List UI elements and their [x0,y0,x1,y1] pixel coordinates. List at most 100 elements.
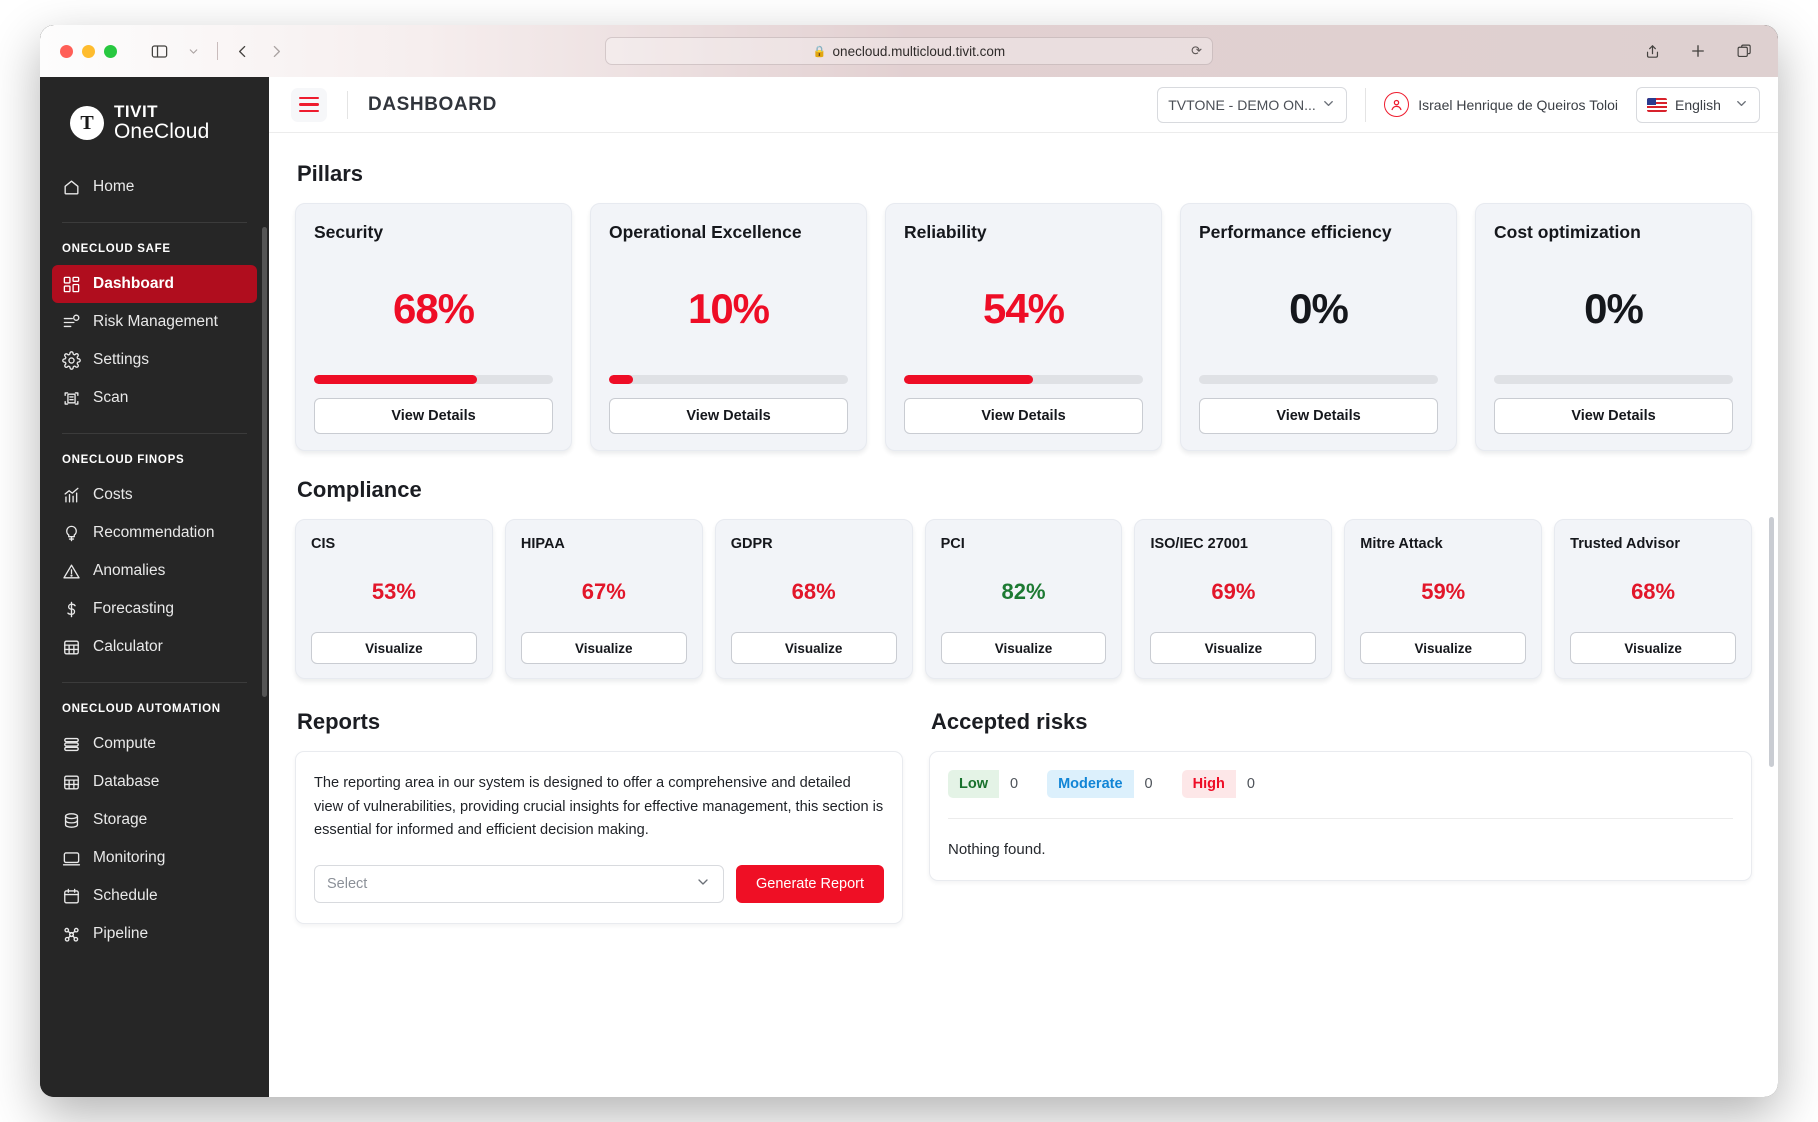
address-bar[interactable]: 🔒 onecloud.multicloud.tivit.com ⟳ [605,37,1213,65]
language-select[interactable]: English [1636,86,1760,123]
sidebar-item-label: Scan [93,389,129,406]
pillar-card: Reliability 54% View Details [885,203,1162,451]
compliance-card: CIS 53% Visualize [295,519,493,679]
pillar-progress-bar [1199,375,1438,384]
dashboard-content: Pillars Security 68% View Details Operat… [269,133,1778,1097]
sidebar-item-label: Calculator [93,638,163,655]
topbar: DASHBOARD TVTONE - DEMO ON... Israel Hen… [269,77,1778,133]
user-menu[interactable]: Israel Henrique de Queiros Toloi [1384,92,1618,117]
topbar-divider [347,90,348,119]
sidebar-item-database[interactable]: Database [52,763,257,801]
visualize-button[interactable]: Visualize [311,632,477,664]
window-traffic-lights [60,44,117,58]
sidebar-item-settings[interactable]: Settings [52,341,257,379]
sidebar-item-home[interactable]: Home [52,168,257,206]
sidebar-item-risk-management[interactable]: Risk Management [52,303,257,341]
pillar-value-wrap: 0% [1199,243,1438,375]
compliance-name: Trusted Advisor [1570,536,1681,552]
reports-heading: Reports [297,709,381,734]
visualize-button[interactable]: Visualize [1360,632,1527,664]
new-tab-icon[interactable] [1682,36,1714,66]
risk-chip-high[interactable]: High 0 [1181,770,1266,798]
sidebar-item-costs[interactable]: Costs [52,476,257,514]
risk-chip-moderate[interactable]: Moderate 0 [1047,770,1164,798]
sidebar-scrollbar[interactable] [262,227,267,697]
minimize-window-button[interactable] [82,44,95,58]
sidebar-item-label: Settings [93,351,150,368]
pillar-card: Performance efficiency 0% View Details [1180,203,1457,451]
view-details-button[interactable]: View Details [904,398,1143,434]
generate-report-button[interactable]: Generate Report [735,864,884,903]
reports-panel: The reporting area in our system is desi… [295,751,903,924]
tenant-select[interactable]: TVTONE - DEMO ON... [1157,86,1348,123]
pillar-value-wrap: 10% [609,243,848,375]
screen-root: 🔒 onecloud.multicloud.tivit.com ⟳ T TIVI… [0,0,1818,1122]
sidebar-item-scan[interactable]: Scan [52,379,257,417]
sidebar-item-dashboard[interactable]: Dashboard [52,265,257,303]
chevron-down-icon[interactable] [177,36,209,66]
accepted-risks-empty-text: Nothing found. [948,841,1046,858]
server-stack-icon [62,735,81,754]
pillar-value: 0% [1584,285,1644,332]
sidebar-item-compute[interactable]: Compute [52,725,257,763]
view-details-button[interactable]: View Details [1494,398,1733,434]
home-icon [62,178,81,197]
risk-chip-low[interactable]: Low 0 [948,770,1030,798]
compliance-name: HIPAA [520,536,565,552]
url-text: onecloud.multicloud.tivit.com [832,43,1006,59]
risk-chip-count: 0 [1133,770,1164,798]
view-details-button[interactable]: View Details [1199,398,1438,434]
sidebar-item-monitoring[interactable]: Monitoring [52,839,257,877]
compliance-card: Mitre Attack 59% Visualize [1344,519,1543,679]
visualize-button[interactable]: Visualize [1570,632,1737,664]
user-name: Israel Henrique de Queiros Toloi [1418,96,1618,113]
table-grid-icon [62,773,81,792]
compliance-value-wrap: 53% [311,552,477,632]
close-window-button[interactable] [60,44,73,58]
dollar-icon [62,600,81,619]
sidebar-divider [62,222,247,223]
view-details-button[interactable]: View Details [314,398,553,434]
calendar-icon [62,887,81,906]
view-details-button[interactable]: View Details [609,398,848,434]
sidebar-divider [62,682,247,683]
sidebar-item-anomalies[interactable]: Anomalies [52,552,257,590]
visualize-button[interactable]: Visualize [1150,632,1317,664]
forward-chevron-icon[interactable] [260,36,292,66]
lock-icon: 🔒 [812,45,827,58]
maximize-window-button[interactable] [104,44,117,58]
warning-triangle-icon [62,562,81,581]
page-scrollbar[interactable] [1769,517,1774,767]
sidebar-item-calculator[interactable]: Calculator [52,628,257,666]
compliance-value: 67% [581,579,626,604]
reload-icon[interactable]: ⟳ [1191,43,1202,59]
sidebar-toggle-icon[interactable] [143,36,175,66]
sidebar-item-pipeline[interactable]: Pipeline [52,915,257,953]
visualize-button[interactable]: Visualize [730,632,897,664]
tab-overview-icon[interactable] [1728,36,1760,66]
user-avatar-icon [1384,92,1410,117]
database-cylinder-icon [62,811,81,830]
brand-text: TIVIT OneCloud [114,103,209,142]
brand-logo[interactable]: T TIVIT OneCloud [40,77,269,142]
hamburger-menu-icon[interactable] [291,87,327,122]
reports-controls: Select Generate Report [314,864,884,903]
compliance-value-wrap: 69% [1150,552,1316,632]
sidebar-item-recommendation[interactable]: Recommendation [52,514,257,552]
sidebar-item-forecasting[interactable]: Forecasting [52,590,257,628]
page-title: DASHBOARD [368,93,497,115]
app-body: T TIVIT OneCloud Home ONECLOUD SAFE Dash… [40,77,1778,1097]
share-icon[interactable] [1636,36,1668,66]
back-chevron-icon[interactable] [226,36,258,66]
compliance-name: GDPR [730,536,773,552]
chevron-down-icon [695,874,711,893]
sidebar-item-storage[interactable]: Storage [52,801,257,839]
gear-icon [62,350,81,370]
compliance-name: CIS [311,536,336,552]
report-type-select[interactable]: Select [314,864,724,903]
visualize-button[interactable]: Visualize [940,632,1107,664]
reports-description: The reporting area in our system is desi… [314,775,884,839]
visualize-button[interactable]: Visualize [520,632,687,664]
sidebar-item-schedule[interactable]: Schedule [52,877,257,915]
sidebar-item-label: Schedule [93,887,158,904]
